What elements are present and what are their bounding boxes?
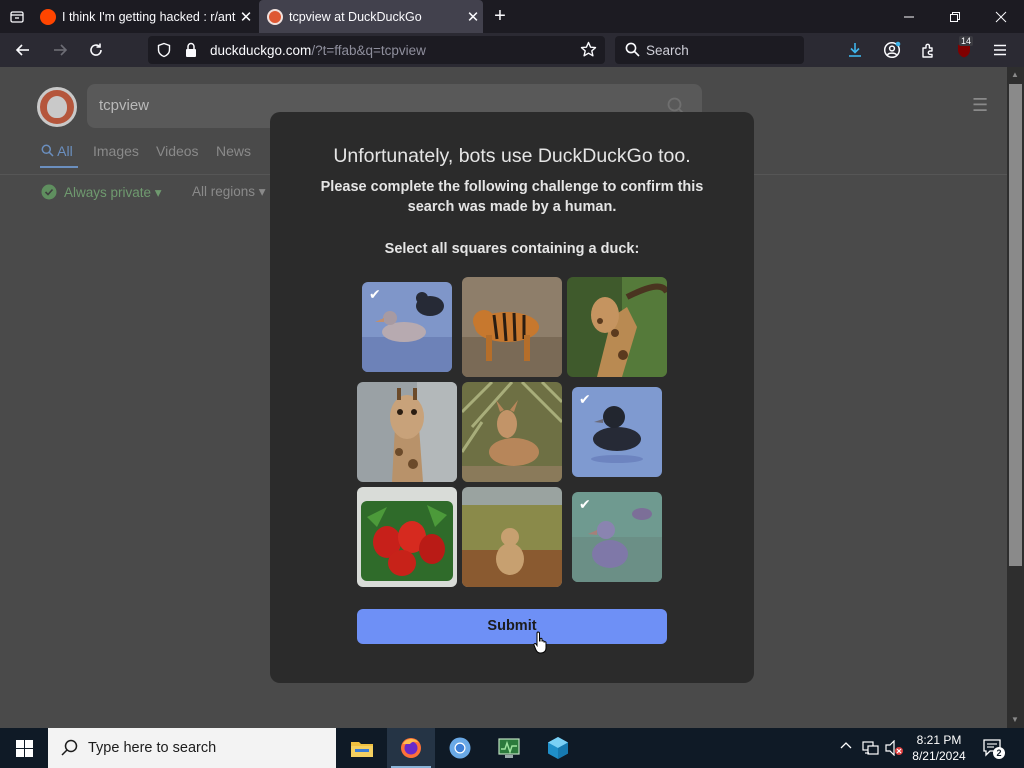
tab-title: I think I'm getting hacked : r/ant — [62, 9, 236, 24]
reddit-icon — [40, 8, 56, 25]
network-icon[interactable] — [862, 740, 880, 761]
ublock-origin-icon[interactable]: 14 — [949, 33, 979, 67]
active-tab-indicator — [40, 166, 78, 168]
browser-tab-bar: I think I'm getting hacked : r/ant ✕ tcp… — [0, 0, 1024, 33]
taskbar-search-box[interactable]: Type here to search — [48, 728, 336, 768]
volume-muted-icon[interactable] — [885, 739, 905, 761]
new-tab-button[interactable]: + — [487, 0, 513, 33]
tracking-shield-icon[interactable] — [156, 42, 172, 63]
tab-videos[interactable]: Videos — [156, 143, 199, 159]
tab-news[interactable]: News — [216, 143, 251, 159]
search-placeholder: Search — [646, 43, 689, 58]
close-tab-icon[interactable]: ✕ — [463, 8, 483, 26]
search-icon — [625, 42, 640, 62]
task-manager-icon[interactable] — [485, 728, 533, 768]
windows-logo-icon — [15, 739, 33, 757]
file-explorer-icon[interactable] — [338, 728, 386, 768]
forward-icon[interactable] — [45, 33, 75, 67]
tab-all-label: All — [57, 143, 73, 159]
region-filter[interactable]: All regions ▾ — [192, 184, 266, 200]
selected-check-icon: ✔ — [369, 286, 381, 302]
scroll-up-icon[interactable]: ▲ — [1011, 70, 1019, 79]
checkmark-circle-icon — [41, 184, 57, 200]
extensions-icon[interactable] — [913, 33, 943, 67]
captcha-tile-lion[interactable] — [462, 487, 562, 587]
url-host: duckduckgo.com — [210, 43, 312, 58]
captcha-tile-duck[interactable]: ✔ — [572, 492, 662, 582]
selected-check-icon: ✔ — [579, 391, 591, 407]
selected-check-icon: ✔ — [579, 496, 591, 512]
show-hidden-icons-icon[interactable] — [840, 740, 852, 755]
captcha-title: Unfortunately, bots use DuckDuckGo too. — [333, 145, 691, 167]
chromium-icon[interactable] — [436, 728, 484, 768]
search-icon — [61, 739, 78, 761]
tab-reddit[interactable]: I think I'm getting hacked : r/ant ✕ — [34, 0, 256, 33]
privacy-filter-label: Always private ▾ — [64, 185, 162, 200]
hand-cursor-icon — [533, 631, 547, 654]
notification-count-badge: 2 — [993, 747, 1005, 759]
tab-title: tcpview at DuckDuckGo — [289, 9, 422, 24]
ddg-menu-icon[interactable]: ☰ — [972, 95, 988, 116]
close-window-button[interactable] — [978, 0, 1024, 33]
url-path: /?t=ffab&q=tcpview — [311, 43, 426, 58]
start-button[interactable] — [0, 728, 48, 768]
scroll-down-icon[interactable]: ▼ — [1011, 715, 1019, 724]
firefox-taskbar-icon[interactable] — [387, 728, 435, 768]
bookmark-star-icon[interactable] — [580, 41, 597, 63]
windows-taskbar: Type here to search 8:21 PM 8/21/2024 2 — [0, 728, 1024, 768]
captcha-tile-tiger[interactable] — [462, 277, 562, 377]
search-query: tcpview — [99, 97, 150, 114]
lock-icon[interactable] — [184, 42, 198, 63]
back-icon[interactable] — [8, 33, 38, 67]
ublock-count-badge: 14 — [959, 36, 974, 46]
captcha-tile-giraffe[interactable] — [357, 382, 457, 482]
firefox-view-icon[interactable] — [2, 0, 32, 33]
tab-images[interactable]: Images — [93, 143, 139, 159]
captcha-tile-deer[interactable] — [462, 382, 562, 482]
restore-button[interactable] — [932, 0, 978, 33]
captcha-prompt: Select all squares containing a duck: — [384, 241, 640, 257]
url-text: duckduckgo.com/?t=ffab&q=tcpview — [210, 43, 426, 58]
captcha-subtitle: Please complete the following challenge … — [320, 179, 704, 215]
tab-duckduckgo[interactable]: tcpview at DuckDuckGo ✕ — [259, 0, 483, 33]
system-clock[interactable]: 8:21 PM 8/21/2024 — [906, 732, 972, 764]
account-icon[interactable] — [877, 33, 907, 67]
duckduckgo-logo[interactable] — [37, 87, 77, 127]
captcha-dialog: Unfortunately, bots use DuckDuckGo too. … — [270, 112, 754, 683]
privacy-filter[interactable]: Always private ▾ — [41, 184, 162, 201]
tab-all[interactable]: All — [41, 143, 73, 159]
captcha-tile-duck[interactable]: ✔ — [572, 387, 662, 477]
scrollbar-thumb[interactable] — [1009, 84, 1022, 566]
captcha-tile-peppers[interactable] — [357, 487, 457, 587]
app-menu-icon[interactable] — [985, 33, 1015, 67]
url-bar[interactable]: duckduckgo.com/?t=ffab&q=tcpview — [148, 36, 605, 64]
downloads-icon[interactable] — [840, 33, 870, 67]
taskbar-search-placeholder: Type here to search — [88, 740, 217, 756]
search-icon — [41, 144, 54, 157]
reload-icon[interactable] — [81, 33, 111, 67]
clock-date: 8/21/2024 — [912, 749, 966, 763]
minimize-button[interactable] — [886, 0, 932, 33]
browser-toolbar: duckduckgo.com/?t=ffab&q=tcpview Search … — [0, 33, 1024, 67]
captcha-tile-duck[interactable]: ✔ — [362, 282, 452, 372]
submit-button[interactable]: Submit — [357, 609, 667, 644]
notifications-icon[interactable]: 2 — [982, 738, 1005, 763]
duckduckgo-icon — [267, 8, 283, 25]
browser-search-box[interactable]: Search — [615, 36, 804, 64]
close-tab-icon[interactable]: ✕ — [236, 8, 256, 26]
virtualbox-icon[interactable] — [534, 728, 582, 768]
captcha-tile-giraffe[interactable] — [567, 277, 667, 377]
clock-time: 8:21 PM — [916, 733, 962, 747]
